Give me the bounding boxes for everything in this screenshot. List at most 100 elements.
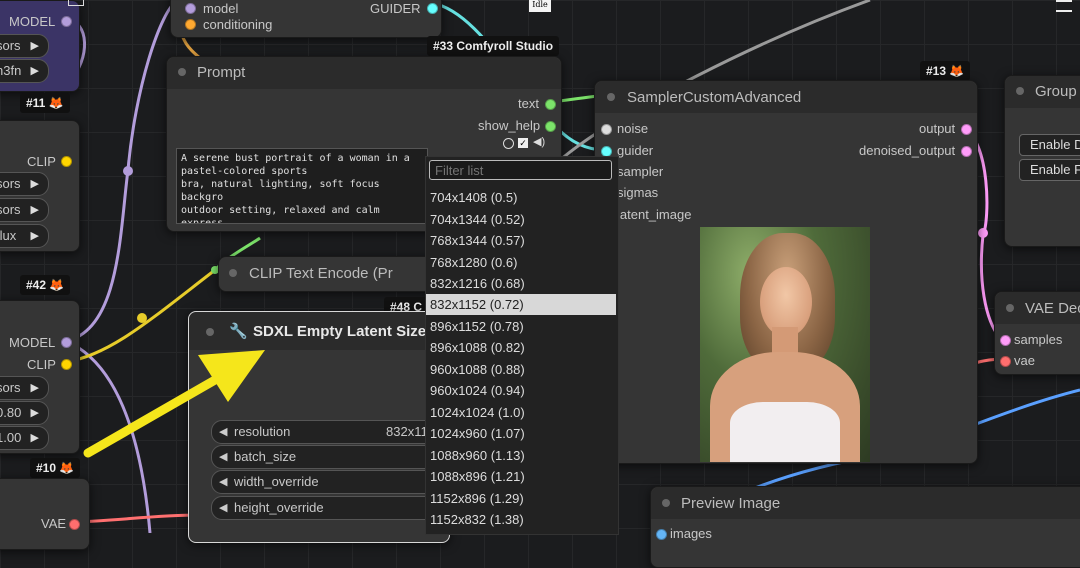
node-badge-11: #11 🦊 (20, 93, 70, 113)
denoised-output-slot[interactable] (961, 146, 972, 157)
dropdown-item[interactable]: 960x1088 (0.88) (426, 359, 616, 380)
vae-decode-node[interactable]: VAE Dec samples vae (994, 291, 1080, 375)
strength-widget-a[interactable]: 0.80▶ (0, 401, 49, 425)
checkbox-icon[interactable]: ✓ (518, 138, 528, 148)
dropdown-item[interactable]: 1088x960 (1.13) (426, 445, 616, 466)
height-override-widget[interactable]: ◀ height_override (211, 496, 443, 520)
group-node[interactable]: Group Enable D Enable F (1004, 75, 1080, 247)
node-title: SDXL Empty Latent Size (253, 323, 427, 340)
text-output-label: text (518, 96, 539, 111)
dropdown-item[interactable]: 1024x1024 (1.0) (426, 402, 616, 423)
sdxl-latent-node[interactable]: 🔧 SDXL Empty Latent Size ◀ resolution 83… (188, 311, 450, 543)
vae-output-slot[interactable] (69, 519, 80, 530)
radio-icon[interactable] (503, 138, 514, 149)
preview-thumbnail-image (700, 227, 870, 462)
model-output-label: MODEL (9, 14, 56, 29)
samples-input-slot[interactable] (1000, 335, 1011, 346)
clip-output-slot[interactable] (61, 156, 72, 167)
node-badge-13: #13 🦊 (920, 61, 971, 81)
filter-list-input[interactable] (429, 160, 612, 180)
collapse-dot[interactable] (607, 93, 615, 101)
strength-widget-b[interactable]: 1.00▶ (0, 426, 49, 450)
guider-input-label: guider (617, 143, 654, 158)
right-arrow-icon: ▶ (30, 432, 39, 444)
output-label: output (919, 121, 956, 136)
dropdown-item[interactable]: 1152x832 (1.38) (426, 509, 616, 530)
node-badge-33: #33 Comfyroll Studio (427, 36, 560, 56)
speaker-icon[interactable]: ◀) (533, 135, 545, 148)
model-output-slot-2[interactable] (61, 337, 72, 348)
collapse-dot[interactable] (1016, 87, 1024, 95)
conditioning-input-slot[interactable] (185, 19, 196, 30)
node-badge-10: #10 🦊 (30, 458, 81, 478)
dropdown-item[interactable]: 768x1344 (0.57) (426, 230, 616, 251)
batch-size-widget[interactable]: ◀ batch_size (211, 445, 443, 469)
resolution-widget[interactable]: ◀ resolution 832x11 (211, 420, 443, 444)
width-override-widget[interactable]: ◀ width_override (211, 470, 443, 494)
clip-output-slot-2[interactable] (61, 359, 72, 370)
latent-image-input-label: latent_image (617, 207, 692, 222)
collapse-dot[interactable] (178, 68, 186, 76)
node-badge-42: #42 🦊 (20, 275, 71, 295)
sors-widget-b[interactable]: sors▶ (0, 172, 49, 196)
sors-widget-c[interactable]: sors▶ (0, 198, 49, 222)
dropdown-item[interactable]: 704x1344 (0.52) (426, 209, 616, 230)
close-icon[interactable] (68, 0, 84, 6)
dropdown-item-selected[interactable]: 832x1152 (0.72) (426, 294, 616, 315)
dropdown-item[interactable]: 704x1408 (0.5) (426, 187, 616, 208)
left-node-lora[interactable]: MODEL CLIP sors▶ 0.80▶ 1.00▶ (0, 300, 80, 454)
output-slot[interactable] (961, 124, 972, 135)
enable-f-button[interactable]: Enable F (1019, 159, 1080, 181)
images-input-label: images (670, 526, 712, 541)
dropdown-item[interactable]: 896x1152 (0.78) (426, 316, 616, 337)
node-title: Group (1035, 83, 1077, 100)
collapse-dot[interactable] (662, 499, 670, 507)
noise-input-slot[interactable] (601, 124, 612, 135)
collapse-dot[interactable] (206, 328, 214, 336)
collapse-dot[interactable] (229, 269, 237, 277)
samples-input-label: samples (1014, 332, 1063, 347)
guider-node[interactable]: model conditioning GUIDER (170, 0, 442, 38)
enable-d-button[interactable]: Enable D (1019, 134, 1080, 156)
model-input-slot[interactable] (185, 3, 196, 14)
node-title: Prompt (197, 64, 246, 81)
n3fn-widget[interactable]: n3fn▶ (0, 59, 49, 83)
images-input-slot[interactable] (656, 529, 667, 540)
model-output-label-2: MODEL (9, 335, 56, 350)
sampler-custom-advanced-node[interactable]: SamplerCustomAdvanced noise guider sampl… (594, 80, 978, 464)
left-node-clip[interactable]: CLIP sors▶ sors▶ flux▶ (0, 120, 80, 252)
guider-output-label: GUIDER (370, 1, 421, 16)
dropdown-item[interactable]: 832x1216 (0.68) (426, 273, 616, 294)
left-node-top[interactable]: MODEL sors▶ n3fn▶ (0, 0, 80, 92)
denoised-output-label: denoised_output (859, 143, 956, 158)
sors-widget-d[interactable]: sors▶ (0, 376, 49, 400)
right-arrow-icon: ▶ (30, 382, 39, 394)
prompt-textarea[interactable]: A serene bust portrait of a woman in a p… (176, 148, 428, 224)
resolution-dropdown[interactable]: 704x1408 (0.5) 704x1344 (0.52) 768x1344 … (425, 156, 619, 535)
model-output-slot[interactable] (61, 16, 72, 27)
clip-output-label: CLIP (27, 154, 56, 169)
dropdown-item[interactable]: 1152x896 (1.29) (426, 488, 616, 509)
left-arrow-icon: ◀ (219, 502, 228, 514)
dropdown-item[interactable]: 1024x960 (1.07) (426, 423, 616, 444)
dropdown-item[interactable]: 1088x896 (1.21) (426, 466, 616, 487)
right-arrow-icon: ▶ (30, 230, 39, 242)
sors-widget-a[interactable]: sors▶ (0, 34, 49, 58)
left-node-vae[interactable]: VAE (0, 478, 90, 550)
preview-image-node[interactable]: Preview Image images (650, 486, 1080, 568)
collapse-dot[interactable] (1006, 304, 1014, 312)
guider-output-slot[interactable] (427, 3, 438, 14)
dropdown-item[interactable]: 960x1024 (0.94) (426, 380, 616, 401)
flux-widget[interactable]: flux▶ (0, 224, 49, 248)
vae-input-slot[interactable] (1000, 356, 1011, 367)
dropdown-item[interactable]: 896x1088 (0.82) (426, 337, 616, 358)
menu-icon[interactable] (1056, 0, 1072, 12)
node-title: Preview Image (681, 495, 781, 512)
show-help-output-slot[interactable] (545, 121, 556, 132)
left-arrow-icon: ◀ (219, 426, 228, 438)
dropdown-item[interactable]: 768x1280 (0.6) (426, 252, 616, 273)
right-arrow-icon: ▶ (30, 40, 39, 52)
right-arrow-icon: ▶ (30, 204, 39, 216)
text-output-slot[interactable] (545, 99, 556, 110)
clip-text-encode-node[interactable]: CLIP Text Encode (Pr (218, 256, 460, 292)
